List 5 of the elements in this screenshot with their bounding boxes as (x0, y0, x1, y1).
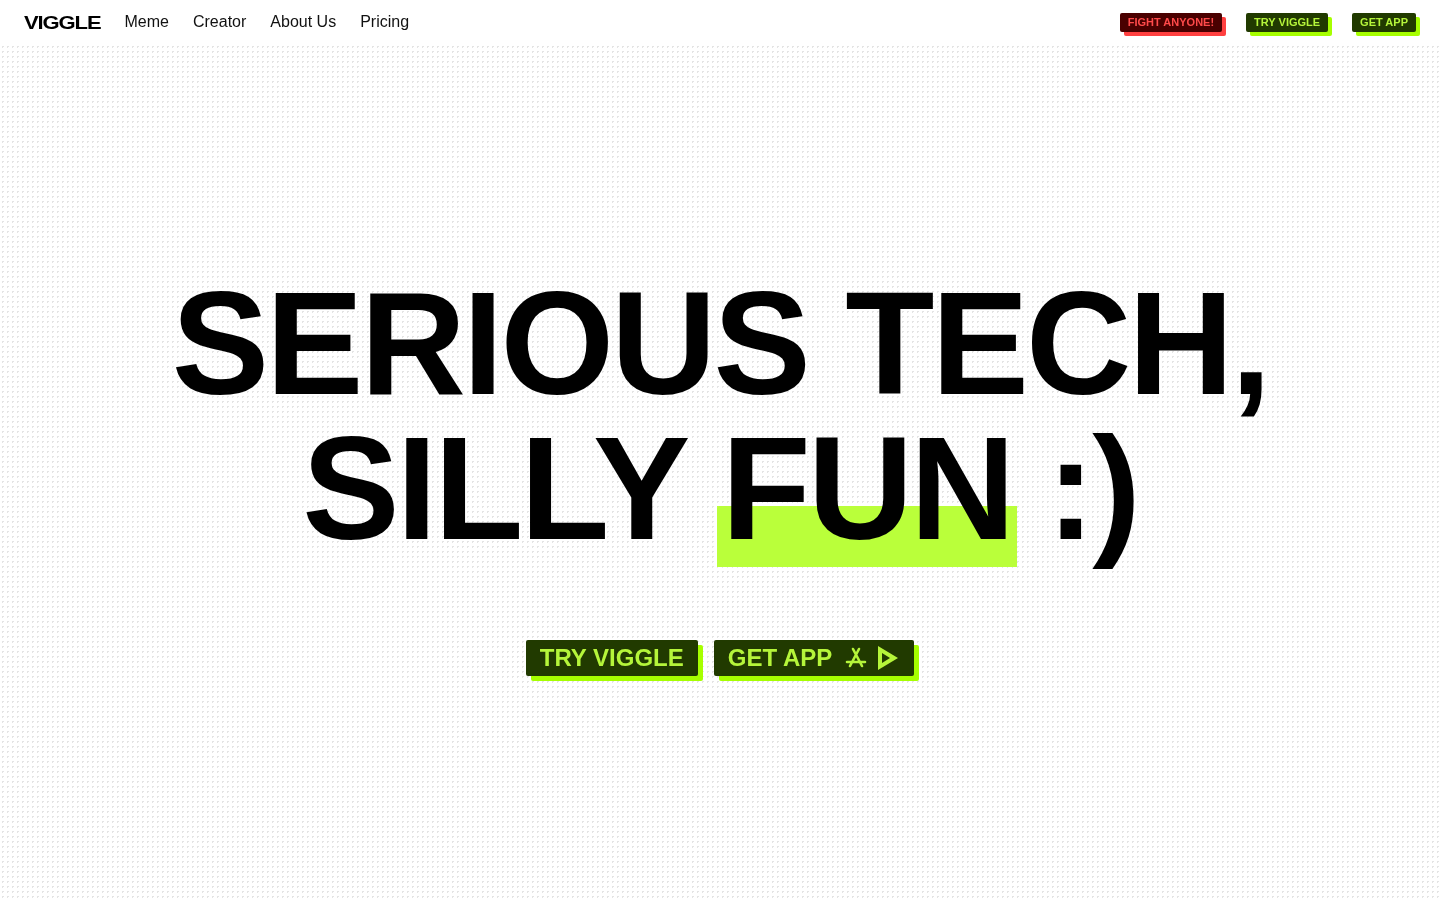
logo[interactable]: VIGGLE (24, 7, 101, 37)
nav-link[interactable]: Meme (124, 10, 169, 34)
nav-link[interactable]: Pricing (360, 10, 410, 34)
nav-link[interactable]: About Us (270, 10, 337, 34)
nav-link[interactable]: Creator (193, 10, 247, 34)
